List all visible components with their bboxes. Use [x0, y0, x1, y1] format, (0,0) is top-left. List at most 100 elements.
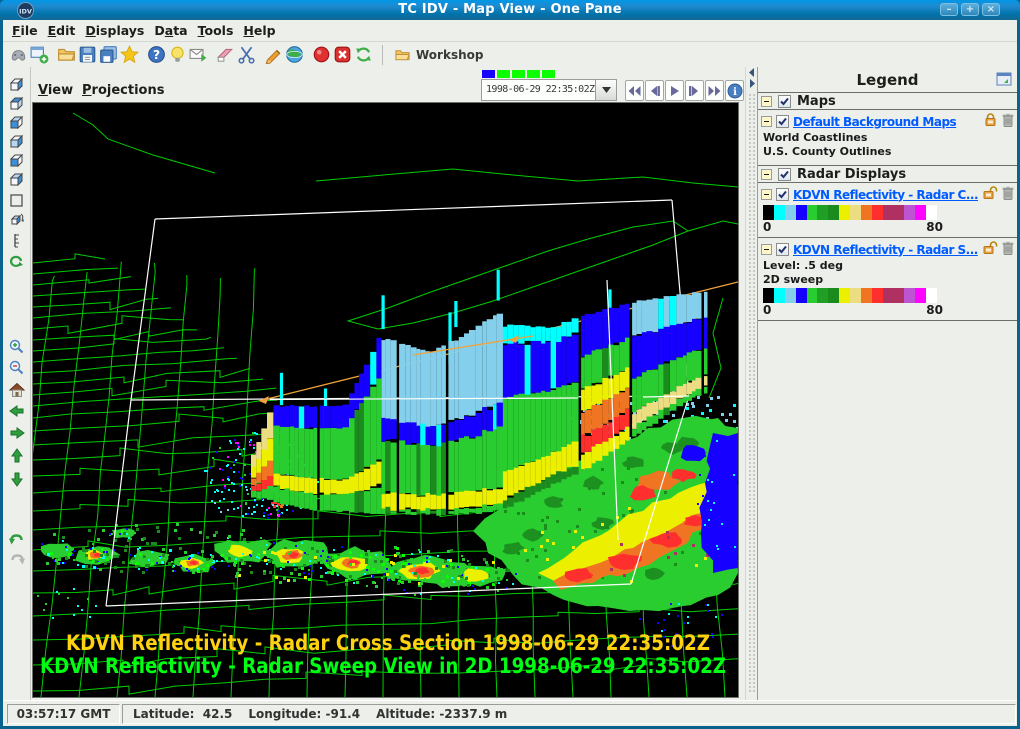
view-pan-up-button[interactable]: [8, 447, 26, 465]
view-pan-down-button[interactable]: [8, 470, 26, 488]
view-undo-button[interactable]: [8, 532, 26, 550]
anim-step-back-button[interactable]: [645, 80, 664, 101]
view-flat-square-button[interactable]: [8, 191, 26, 209]
toolbar-draw-pencil-button[interactable]: [263, 44, 284, 66]
group-checkbox[interactable]: [778, 168, 791, 181]
toolbar-save-button[interactable]: [77, 44, 98, 66]
toolbar: ? Workshop: [3, 42, 1017, 67]
lock-icon[interactable]: [983, 112, 998, 131]
menu-projections[interactable]: Projections: [82, 83, 164, 98]
entry-link[interactable]: Default Background Maps: [793, 115, 979, 129]
workshop-button[interactable]: Workshop: [394, 47, 483, 63]
toolbar-copy-button[interactable]: [98, 44, 119, 66]
view-cube-6-button[interactable]: [8, 172, 26, 190]
toolbar-globe-button[interactable]: [284, 44, 305, 66]
sweep-label: KDVN Reflectivity - Radar Sweep View in …: [40, 654, 726, 678]
entry-checkbox[interactable]: [776, 115, 789, 128]
entry-checkbox[interactable]: [776, 188, 789, 201]
legend-entry: Default Background Maps: [758, 112, 1017, 131]
view-cube-2-button[interactable]: [8, 96, 26, 114]
toolbar-open-folder-button[interactable]: [56, 44, 77, 66]
time-value: 1998-06-29 22:35:02Z: [482, 80, 595, 100]
time-step-3[interactable]: [527, 70, 540, 78]
toolbar-send-mail-button[interactable]: [188, 44, 209, 66]
view-rotate-view-button[interactable]: [8, 253, 26, 271]
time-step-4[interactable]: [542, 70, 555, 78]
toolbar-help-button[interactable]: ?: [146, 44, 167, 66]
collapse-icon[interactable]: [761, 116, 772, 127]
cube-3-icon: [8, 115, 26, 133]
entry-link[interactable]: KDVN Reflectivity - Radar S...: [793, 243, 978, 257]
menu-help[interactable]: Help: [243, 23, 275, 38]
view-cube-5-button[interactable]: [8, 153, 26, 171]
anim-step-forward-button[interactable]: [685, 80, 704, 101]
menu-view[interactable]: View: [38, 83, 73, 98]
time-dropdown-button[interactable]: [595, 80, 616, 100]
altitude-value: Altitude: -2337.9 m: [376, 705, 507, 723]
anim-play-button[interactable]: [665, 80, 684, 101]
lock-icon[interactable]: [982, 240, 998, 259]
toolbar-dashboard-button[interactable]: [8, 44, 29, 66]
collapse-icon[interactable]: [761, 189, 772, 200]
lock-icon[interactable]: [982, 185, 998, 204]
view-pan-left-button[interactable]: [8, 402, 26, 420]
entry-checkbox[interactable]: [776, 243, 789, 256]
workshop-label: Workshop: [416, 48, 483, 62]
view-pan-right-button[interactable]: [8, 424, 26, 442]
toolbar-cut-button[interactable]: [236, 44, 257, 66]
map-canvas[interactable]: KDVN Reflectivity - Radar Cross Section …: [32, 102, 739, 698]
view-home-button[interactable]: [8, 381, 26, 399]
view-rotate-cube-button[interactable]: [8, 211, 26, 229]
view-vertical-scale-button[interactable]: [8, 232, 26, 250]
panel-splitter[interactable]: [745, 67, 757, 700]
color-scale[interactable]: [763, 205, 937, 220]
menu-data[interactable]: Data: [154, 23, 187, 38]
step-back-icon: [647, 85, 662, 97]
minimize-button[interactable]: –: [940, 3, 958, 16]
time-selector[interactable]: 1998-06-29 22:35:02Z: [481, 79, 617, 101]
view-cube-1-button[interactable]: [8, 77, 26, 95]
color-scale[interactable]: [763, 288, 937, 303]
scale-min: 0: [763, 303, 771, 317]
view-zoom-out-button[interactable]: [8, 359, 26, 377]
collapse-icon[interactable]: [761, 169, 772, 180]
toolbar-delete-button[interactable]: [332, 44, 353, 66]
close-button[interactable]: ×: [982, 3, 1000, 16]
trash-icon[interactable]: [1002, 240, 1014, 259]
main-area: View Projections 1998-06-29 22:35:02Z i …: [3, 67, 1017, 700]
toolbar-eraser-button[interactable]: [215, 44, 236, 66]
scale-max: 80: [926, 220, 943, 234]
trash-icon[interactable]: [1002, 185, 1014, 204]
float-legend-icon[interactable]: [996, 72, 1012, 86]
anim-go-end-button[interactable]: [705, 80, 724, 101]
menu-file[interactable]: File: [12, 23, 38, 38]
view-zoom-in-button[interactable]: [8, 338, 26, 356]
cut-icon: [237, 45, 256, 64]
view-cube-3-button[interactable]: [8, 115, 26, 133]
rotate-view-icon: [8, 253, 26, 271]
view-cube-4-button[interactable]: [8, 134, 26, 152]
view-redo-button[interactable]: [8, 552, 26, 570]
trash-icon[interactable]: [1002, 112, 1014, 131]
time-step-2[interactable]: [512, 70, 525, 78]
group-checkbox[interactable]: [778, 95, 791, 108]
menu-tools[interactable]: Tools: [198, 23, 234, 38]
collapse-icon[interactable]: [761, 96, 772, 107]
menu-edit[interactable]: Edit: [48, 23, 76, 38]
entry-link[interactable]: KDVN Reflectivity - Radar C...: [793, 188, 978, 202]
toolbar-favorite-button[interactable]: [119, 44, 140, 66]
toolbar-idea-bulb-button[interactable]: [167, 44, 188, 66]
maximize-button[interactable]: +: [961, 3, 979, 16]
status-bar: 03:57:17 GMT Latitude: 42.5 Longitude: -…: [3, 700, 1017, 726]
toolbar-new-window-button[interactable]: [29, 44, 50, 66]
toolbar-record-button[interactable]: [311, 44, 332, 66]
anim-info-button[interactable]: i: [725, 80, 744, 101]
time-step-0[interactable]: [482, 70, 495, 78]
time-step-1[interactable]: [497, 70, 510, 78]
menu-displays[interactable]: Displays: [85, 23, 144, 38]
collapse-icon[interactable]: [761, 244, 772, 255]
anim-go-start-button[interactable]: [625, 80, 644, 101]
cube-1-icon: [8, 77, 26, 95]
group-label: Radar Displays: [797, 167, 906, 182]
toolbar-refresh-button[interactable]: [353, 44, 374, 66]
